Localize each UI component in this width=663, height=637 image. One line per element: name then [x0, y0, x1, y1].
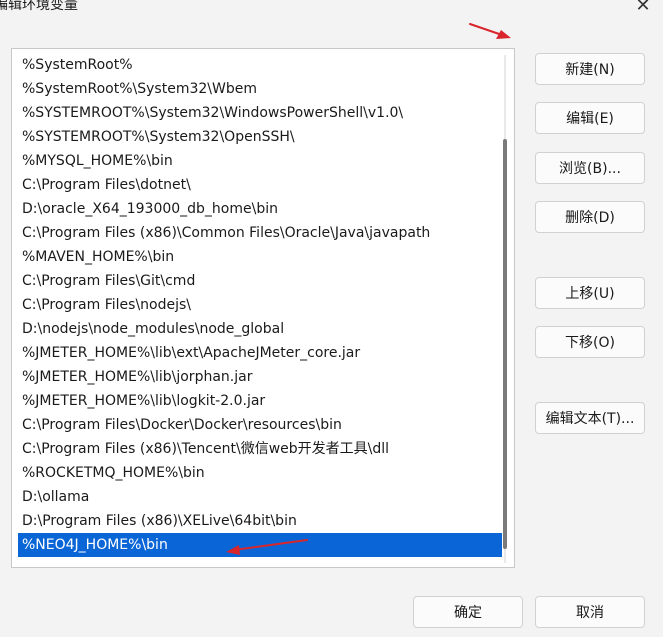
list-item[interactable]: C:\Program Files (x86)\Tencent\微信web开发者工…	[18, 437, 502, 461]
list-item[interactable]: D:\nodejs\node_modules\node_global	[18, 317, 502, 341]
path-list-items: %SystemRoot% %SystemRoot%\System32\Wbem %S…	[18, 53, 502, 557]
list-item[interactable]: D:\oracle_X64_193000_db_home\bin	[18, 197, 502, 221]
dialog-title: 编辑环境变量	[0, 0, 78, 13]
new-button[interactable]: 新建(N)	[535, 53, 645, 85]
list-item[interactable]: D:\Program Files (x86)\XELive\64bit\bin	[18, 509, 502, 533]
list-item[interactable]: %SystemRoot%\System32\Wbem	[18, 77, 502, 101]
vertical-scrollbar[interactable]	[502, 55, 508, 563]
list-item[interactable]: %JMETER_HOME%\lib\jorphan.jar	[18, 365, 502, 389]
browse-button[interactable]: 浏览(B)...	[535, 152, 645, 184]
list-item[interactable]: C:\Program Files\Docker\Docker\resources…	[18, 413, 502, 437]
scrollbar-thumb[interactable]	[503, 139, 507, 549]
edit-button[interactable]: 编辑(E)	[535, 102, 645, 134]
list-item[interactable]: %SYSTEMROOT%\System32\WindowsPowerShell\…	[18, 101, 502, 125]
edit-text-button[interactable]: 编辑文本(T)...	[535, 402, 645, 434]
close-icon[interactable]: ✕	[633, 0, 653, 16]
list-item[interactable]: %JMETER_HOME%\lib\ext\ApacheJMeter_core.…	[18, 341, 502, 365]
cancel-button[interactable]: 取消	[535, 596, 645, 628]
list-item[interactable]: %SystemRoot%	[18, 53, 502, 77]
edit-environment-variable-dialog: 编辑环境变量 ✕ %SystemRoot% %SystemRoot%\System…	[0, 0, 663, 637]
list-item[interactable]: %ROCKETMQ_HOME%\bin	[18, 461, 502, 485]
list-item[interactable]: C:\Program Files (x86)\Common Files\Orac…	[18, 221, 502, 245]
list-item[interactable]: %SYSTEMROOT%\System32\OpenSSH\	[18, 125, 502, 149]
arrow-to-new-button	[469, 23, 511, 39]
list-item[interactable]: D:\ollama	[18, 485, 502, 509]
list-item[interactable]: %NEO4J_HOME%\bin	[18, 533, 502, 557]
path-list[interactable]: %SystemRoot% %SystemRoot%\System32\Wbem %S…	[11, 48, 515, 568]
delete-button[interactable]: 删除(D)	[535, 201, 645, 233]
list-item[interactable]: C:\Program Files\nodejs\	[18, 293, 502, 317]
list-item[interactable]: %MAVEN_HOME%\bin	[18, 245, 502, 269]
list-item[interactable]: %JMETER_HOME%\lib\logkit-2.0.jar	[18, 389, 502, 413]
move-down-button[interactable]: 下移(O)	[535, 326, 645, 358]
ok-button[interactable]: 确定	[413, 596, 523, 628]
list-item[interactable]: C:\Program Files\dotnet\	[18, 173, 502, 197]
list-item[interactable]: C:\Program Files\Git\cmd	[18, 269, 502, 293]
move-up-button[interactable]: 上移(U)	[535, 277, 645, 309]
title-bar: 编辑环境变量 ✕	[0, 0, 663, 18]
list-item[interactable]: %MYSQL_HOME%\bin	[18, 149, 502, 173]
